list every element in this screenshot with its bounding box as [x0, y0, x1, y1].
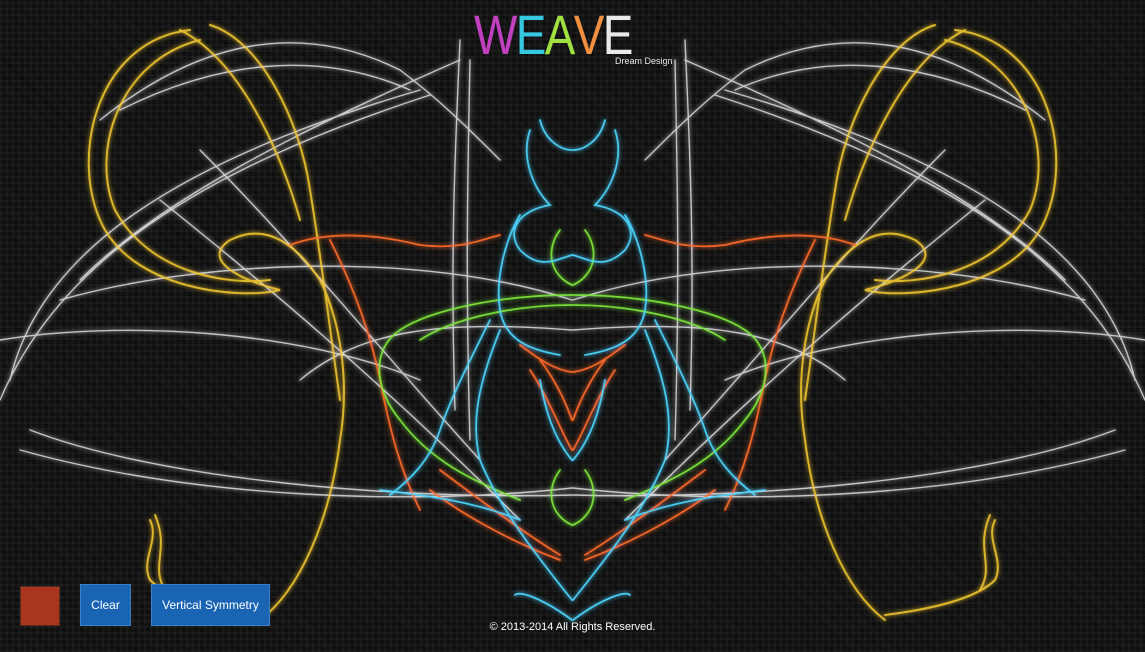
drawing-canvas[interactable]: WEAVE Dream Design Clear Vertical Symmet…	[0, 0, 1145, 652]
symmetric-artwork	[0, 24, 1145, 621]
logo-letter: V	[573, 3, 605, 66]
clear-button[interactable]: Clear	[80, 584, 131, 626]
logo-wordmark: WEAVE	[474, 0, 633, 70]
brush-color-swatch[interactable]	[20, 586, 60, 626]
logo-letter: W	[474, 3, 517, 66]
app-logo: WEAVE Dream Design	[474, 0, 674, 70]
vertical-symmetry-button[interactable]: Vertical Symmetry	[151, 584, 270, 626]
logo-letter: E	[515, 3, 547, 66]
copyright-footer: © 2013-2014 All Rights Reserved.	[489, 621, 656, 633]
logo-subtitle: Dream Design	[615, 56, 673, 66]
logo-letter: A	[544, 3, 576, 66]
